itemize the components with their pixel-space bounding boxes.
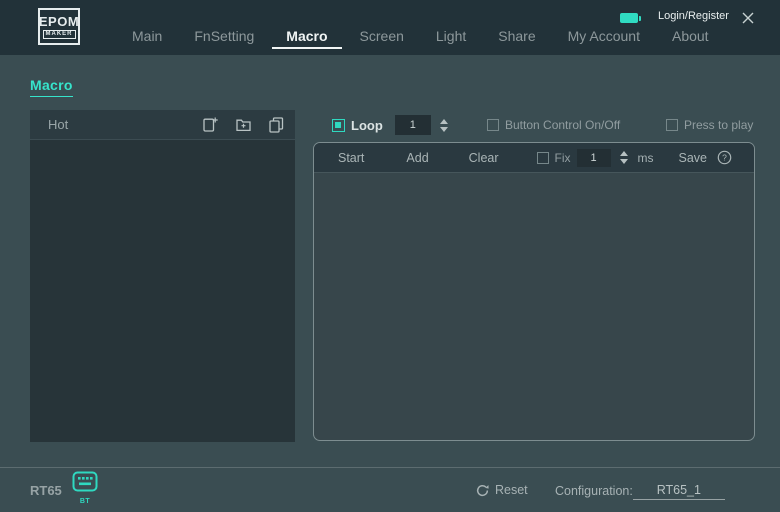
help-icon[interactable]: ? (717, 150, 732, 165)
button-control-label: Button Control On/Off (505, 118, 621, 132)
configuration-label: Configuration: (555, 484, 633, 498)
loop-control-bar: Loop 1 Button Control On/Off Press to pl… (313, 112, 755, 138)
stepper-down-icon[interactable] (439, 126, 448, 132)
button-control-checkbox[interactable] (487, 119, 499, 131)
macro-editor-toolbar: Start Add Clear Fix 1 ms Save ? (314, 143, 754, 173)
macro-steps-list[interactable] (314, 173, 754, 440)
loop-checkbox[interactable] (332, 118, 345, 132)
loop-label: Loop (351, 117, 383, 133)
macro-list-header: Hot (30, 110, 295, 140)
tab-fnsetting[interactable]: FnSetting (192, 28, 256, 51)
svg-text:?: ? (722, 153, 727, 163)
fix-delay-group: Fix 1 ms (536, 148, 654, 167)
copy-macro-icon[interactable] (268, 116, 285, 133)
connection-type-badge: BT (79, 498, 91, 505)
macro-group-label: Hot (48, 117, 69, 132)
logo-text-bottom: MAKER (42, 29, 76, 39)
add-button[interactable]: Add (406, 151, 428, 165)
reset-label: Reset (495, 483, 528, 497)
tab-about[interactable]: About (670, 28, 711, 51)
fix-delay-unit: ms (637, 150, 654, 165)
tab-my-account[interactable]: My Account (566, 28, 642, 51)
fix-label: Fix (554, 150, 571, 165)
device-connection[interactable]: BT (71, 471, 99, 505)
page-title: Macro (30, 77, 73, 97)
press-to-play-group: Press to play (666, 112, 753, 138)
new-macro-icon[interactable] (202, 116, 219, 133)
close-icon[interactable] (741, 11, 755, 25)
tab-screen[interactable]: Screen (358, 28, 406, 51)
reset-icon (476, 484, 489, 496)
reset-button[interactable]: Reset (476, 483, 528, 497)
fix-delay-stepper[interactable] (619, 151, 628, 164)
configuration-value[interactable]: RT65_1 (632, 483, 725, 500)
add-folder-icon[interactable] (235, 116, 252, 133)
save-button[interactable]: Save (679, 151, 708, 165)
stepper-up-icon[interactable] (439, 118, 448, 124)
press-to-play-label: Press to play (684, 118, 754, 132)
start-button[interactable]: Start (338, 151, 364, 165)
loop-count-stepper[interactable] (439, 118, 448, 132)
fix-delay-input[interactable]: 1 (576, 148, 611, 167)
epomaker-driver-window: EPOM MAKER Main FnSetting Macro Screen L… (0, 0, 780, 512)
statusbar-divider (0, 467, 780, 468)
tab-main[interactable]: Main (130, 28, 164, 51)
login-register-link[interactable]: Login/Register (658, 10, 729, 22)
macro-list-panel: Hot (30, 110, 295, 442)
stepper-up-icon[interactable] (619, 151, 628, 156)
tab-light[interactable]: Light (434, 28, 468, 51)
logo-text-top: EPOM (38, 13, 80, 29)
keyboard-icon (72, 471, 98, 492)
press-to-play-checkbox[interactable] (666, 119, 678, 131)
device-name: RT65 (30, 483, 62, 498)
titlebar: EPOM MAKER Main FnSetting Macro Screen L… (0, 0, 780, 55)
macro-editor-panel: Start Add Clear Fix 1 ms Save ? (313, 142, 755, 441)
fix-checkbox[interactable] (536, 151, 549, 164)
stepper-down-icon[interactable] (619, 159, 628, 164)
loop-group: Loop 1 (332, 112, 448, 138)
epomaker-logo: EPOM MAKER (38, 8, 80, 45)
configuration-group: Configuration: RT65_1 (555, 483, 725, 500)
loop-count-input[interactable]: 1 (394, 115, 431, 135)
button-control-group: Button Control On/Off (487, 112, 620, 138)
tab-share[interactable]: Share (496, 28, 537, 51)
main-nav: Main FnSetting Macro Screen Light Share … (130, 28, 711, 51)
battery-icon (620, 13, 641, 23)
tab-macro[interactable]: Macro (272, 28, 342, 51)
macro-list-toolbar (202, 116, 285, 133)
clear-button[interactable]: Clear (469, 151, 499, 165)
